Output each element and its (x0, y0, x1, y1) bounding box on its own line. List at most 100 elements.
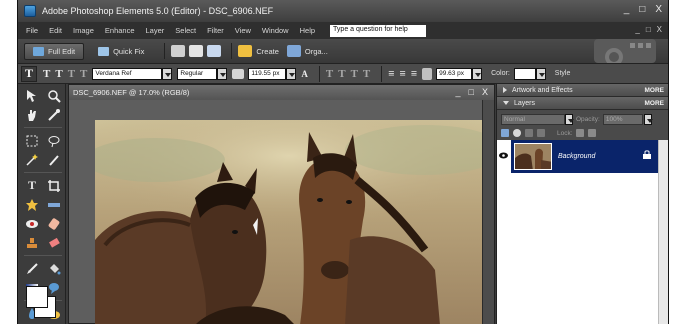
menu-filter[interactable]: Filter (207, 26, 224, 35)
menu-edit[interactable]: Edit (49, 26, 62, 35)
artwork-more-button[interactable]: MORE (645, 87, 665, 94)
align-right-icon[interactable]: ≡ (411, 68, 417, 80)
full-edit-tab[interactable]: Full Edit (24, 42, 85, 60)
help-search-input[interactable]: Type a question for help (330, 24, 427, 37)
font-family-dropdown-icon[interactable] (162, 67, 173, 80)
layers-panel-header[interactable]: Layers MORE (497, 97, 668, 110)
faux-bold-icon[interactable]: T (326, 68, 333, 80)
doc-minimize-button[interactable]: _ (635, 25, 639, 34)
maximize-button[interactable]: □ (639, 4, 645, 15)
clone-stamp-tool-icon[interactable] (24, 235, 40, 250)
order-prints-icon[interactable] (207, 45, 222, 57)
visibility-eye-icon[interactable] (499, 151, 508, 161)
opacity-input[interactable]: 100% (602, 113, 643, 125)
anti-alias-icon[interactable]: A (301, 69, 308, 79)
collapsed-arrow-icon (503, 87, 507, 93)
divider (24, 127, 62, 128)
underline-icon[interactable]: T (351, 68, 358, 80)
font-size-dropdown-icon[interactable] (286, 67, 297, 80)
artwork-effects-panel-header[interactable]: Artwork and Effects MORE (497, 84, 668, 97)
layer-name: Background (558, 153, 596, 160)
text-color-swatch[interactable] (513, 67, 536, 80)
document-close-button[interactable]: X (482, 87, 488, 97)
minimize-button[interactable]: _ (624, 4, 630, 15)
align-left-icon[interactable]: ≡ (388, 68, 394, 80)
document-maximize-button[interactable]: □ (469, 87, 474, 97)
foreground-color-swatch[interactable] (26, 286, 48, 308)
blend-mode-dropdown-icon[interactable] (565, 113, 574, 125)
layers-more-button[interactable]: MORE (645, 100, 665, 107)
image-canvas[interactable] (95, 120, 483, 324)
horizontal-type-mask-icon[interactable]: T (68, 68, 75, 80)
layer-row-background[interactable]: Background (499, 140, 659, 173)
doc-close-button[interactable]: X (657, 25, 662, 34)
paint-bucket-tool-icon[interactable] (46, 261, 62, 276)
text-color-dropdown-icon[interactable] (535, 67, 546, 80)
document-window: DSC_6906.NEF @ 17.0% (RGB/8) _ □ X (68, 84, 495, 324)
horizontal-type-icon[interactable]: T (43, 68, 50, 80)
font-style-select[interactable]: Regular (177, 67, 218, 80)
leading-dropdown-icon[interactable] (472, 67, 483, 80)
crop-tool-icon[interactable] (46, 178, 62, 193)
vertical-type-icon[interactable]: T (55, 68, 62, 80)
leading-input[interactable]: 99.63 px (436, 67, 473, 80)
hand-tool-icon[interactable] (24, 107, 40, 122)
eyedropper-tool-icon[interactable] (46, 107, 62, 122)
faux-italic-icon[interactable]: T (338, 68, 345, 80)
lasso-tool-icon[interactable] (46, 133, 62, 148)
lock-all-icon[interactable] (587, 129, 596, 137)
cookie-cutter-tool-icon[interactable] (24, 197, 40, 212)
quick-fix-icon (98, 46, 110, 56)
red-eye-tool-icon[interactable] (24, 216, 40, 231)
mode-bar: Full Edit Quick Fix Create Orga... (18, 39, 668, 66)
eraser-tool-icon[interactable] (46, 235, 62, 250)
menu-select[interactable]: Select (175, 26, 196, 35)
blend-mode-select[interactable]: Normal (501, 113, 565, 125)
document-tab[interactable]: DSC_6906.NEF @ 17.0% (RGB/8) _ □ X (69, 85, 494, 100)
organizer-icon (286, 45, 301, 57)
lock-transparency-icon[interactable] (575, 129, 584, 137)
close-button[interactable]: X (655, 4, 662, 15)
font-size-input[interactable]: 119.55 px (248, 67, 287, 80)
menu-image[interactable]: Image (73, 26, 94, 35)
zoom-tool-icon[interactable] (46, 88, 62, 103)
opacity-dropdown-icon[interactable] (643, 113, 653, 125)
quick-selection-tool-icon[interactable] (46, 152, 62, 167)
menu-file[interactable]: File (26, 26, 38, 35)
type-tool-icon[interactable]: T (24, 178, 40, 193)
strikethrough-icon[interactable]: T (363, 68, 370, 80)
print-icon[interactable] (171, 45, 186, 57)
create-button[interactable]: Create (256, 47, 279, 56)
document-scrollbar[interactable] (482, 100, 494, 324)
trash-icon[interactable] (525, 129, 533, 137)
marquee-tool-icon[interactable] (24, 133, 40, 148)
menu-view[interactable]: View (235, 26, 251, 35)
font-family-select[interactable]: Verdana Ref (92, 67, 163, 80)
divider (381, 65, 383, 82)
quick-fix-label: Quick Fix (113, 46, 145, 56)
adjustment-layer-icon[interactable] (513, 129, 521, 137)
layers-scrollbar[interactable] (658, 140, 668, 324)
menu-help[interactable]: Help (300, 26, 315, 35)
menu-enhance[interactable]: Enhance (105, 26, 135, 35)
type-tool-preset-icon[interactable]: T (21, 65, 37, 82)
document-minimize-button[interactable]: _ (456, 87, 461, 97)
share-icon[interactable] (189, 45, 204, 57)
straighten-tool-icon[interactable] (46, 197, 62, 212)
doc-restore-button[interactable]: □ (646, 25, 651, 34)
create-icon (238, 45, 253, 57)
healing-brush-tool-icon[interactable] (46, 216, 62, 231)
menu-window[interactable]: Window (262, 26, 289, 35)
organizer-button[interactable]: Orga... (305, 47, 328, 56)
vertical-type-mask-icon[interactable]: T (80, 68, 87, 80)
quick-fix-tab[interactable]: Quick Fix (90, 43, 152, 60)
move-tool-icon[interactable] (24, 88, 40, 103)
font-style-dropdown-icon[interactable] (217, 67, 228, 80)
align-center-icon[interactable]: ≡ (400, 68, 406, 80)
link-icon[interactable] (537, 129, 545, 137)
brush-tool-icon[interactable] (24, 261, 40, 276)
menu-layer[interactable]: Layer (146, 26, 165, 35)
document-window-controls: _ □ X (635, 25, 662, 34)
magic-wand-tool-icon[interactable] (24, 152, 40, 167)
new-layer-icon[interactable] (501, 129, 509, 137)
